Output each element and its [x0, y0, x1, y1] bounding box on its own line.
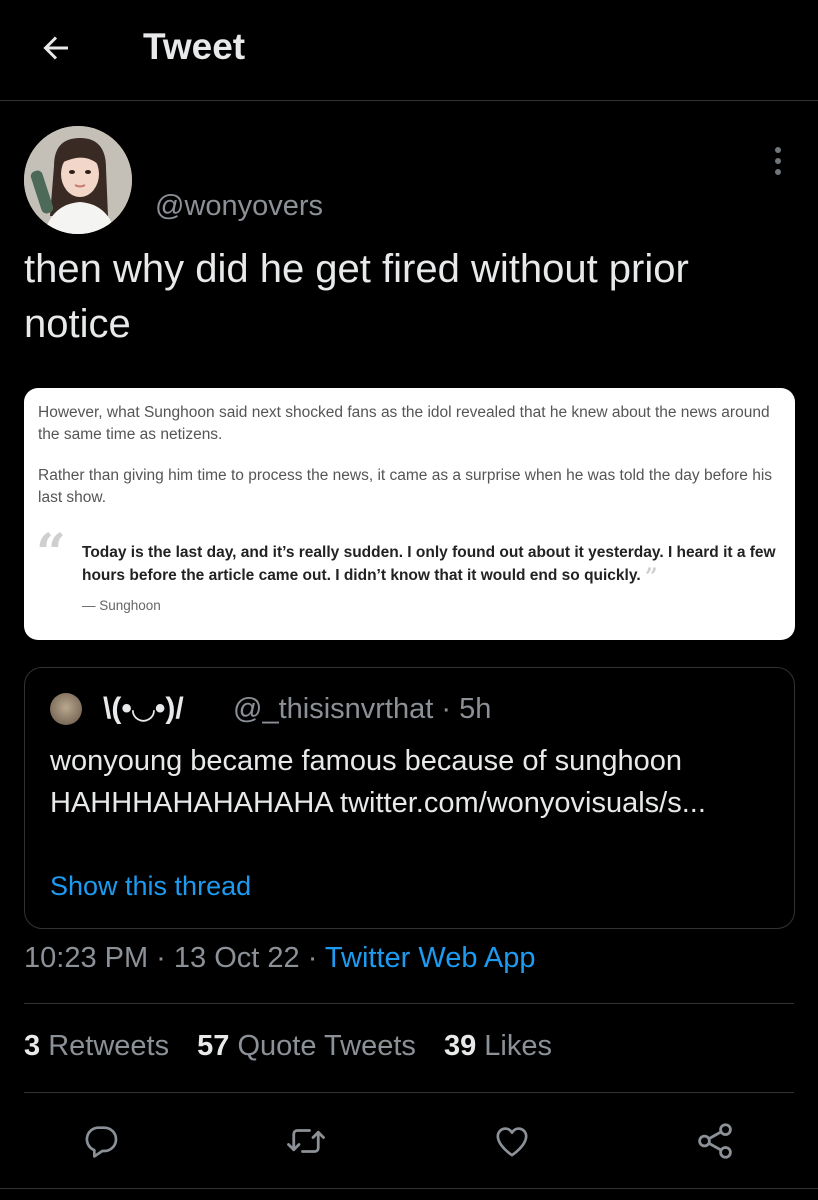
quote-close-mark: ” [644, 564, 658, 590]
divider [0, 1188, 818, 1189]
quote-tweets-label: Quote Tweets [237, 1030, 416, 1062]
like-button[interactable] [491, 1120, 533, 1162]
likes-count: 39 [443, 1030, 477, 1062]
quoted-tweet-text: wonyoung became famous because of sungho… [50, 745, 706, 819]
quoted-author-name: \(•◡•)/ [103, 692, 184, 725]
media-quote-author: — Sunghoon [82, 598, 161, 613]
avatar-image [24, 126, 132, 234]
quote-tweets-stat[interactable]: 57 Quote Tweets [197, 1030, 416, 1062]
tweet-media-image[interactable]: However, what Sunghoon said next shocked… [24, 388, 795, 640]
reply-icon [85, 1126, 118, 1158]
show-thread-link[interactable]: Show this thread [50, 871, 251, 902]
retweets-count: 3 [24, 1030, 41, 1062]
tweet-stats: 3 Retweets 57 Quote Tweets 39 Likes [24, 1030, 572, 1063]
retweets-label: Retweets [48, 1030, 170, 1062]
quoted-tweet[interactable]: \(•◡•)/ @_thisisnvrthat · 5h wonyoung be… [24, 667, 795, 929]
tweet-timestamp[interactable]: 10:23 PM · 13 Oct 22 · [24, 942, 325, 974]
tweet-source-app[interactable]: Twitter Web App [325, 942, 536, 974]
media-quote-text: Today is the last day, and it’s really s… [82, 544, 776, 584]
likes-stat[interactable]: 39 Likes [444, 1030, 552, 1062]
avatar[interactable] [24, 126, 132, 234]
media-paragraph: Rather than giving him time to process t… [38, 467, 773, 506]
arrow-left-icon [43, 36, 68, 60]
tweet-text: then why did he get fired without prior … [24, 247, 689, 346]
page-title: Tweet [143, 26, 246, 67]
retweet-icon [287, 1129, 325, 1153]
share-icon [698, 1123, 732, 1159]
divider [24, 1003, 794, 1004]
quoted-avatar[interactable] [50, 693, 82, 725]
quoted-author-handle: @_thisisnvrthat · 5h [233, 693, 492, 725]
quote-tweets-count: 57 [197, 1030, 230, 1062]
reply-button[interactable] [80, 1120, 122, 1162]
more-dot [775, 169, 781, 175]
tweet-author-handle[interactable]: @wonyovers [155, 190, 323, 223]
media-quote: Today is the last day, and it’s really s… [82, 541, 782, 589]
like-icon [496, 1127, 528, 1157]
more-vertical-icon [775, 147, 781, 153]
likes-label: Likes [484, 1030, 552, 1062]
top-bar: Tweet [0, 0, 818, 101]
media-paragraph: However, what Sunghoon said next shocked… [38, 404, 770, 443]
back-button[interactable] [36, 28, 76, 68]
quote-open-mark: “ [36, 523, 66, 584]
more-options-button[interactable] [768, 144, 788, 178]
divider [24, 1092, 794, 1093]
share-button[interactable] [694, 1120, 736, 1162]
retweet-button[interactable] [285, 1120, 327, 1162]
tweet-metadata: 10:23 PM · 13 Oct 22 · Twitter Web App [24, 942, 536, 975]
retweets-stat[interactable]: 3 Retweets [24, 1030, 169, 1062]
more-dot [775, 158, 781, 164]
